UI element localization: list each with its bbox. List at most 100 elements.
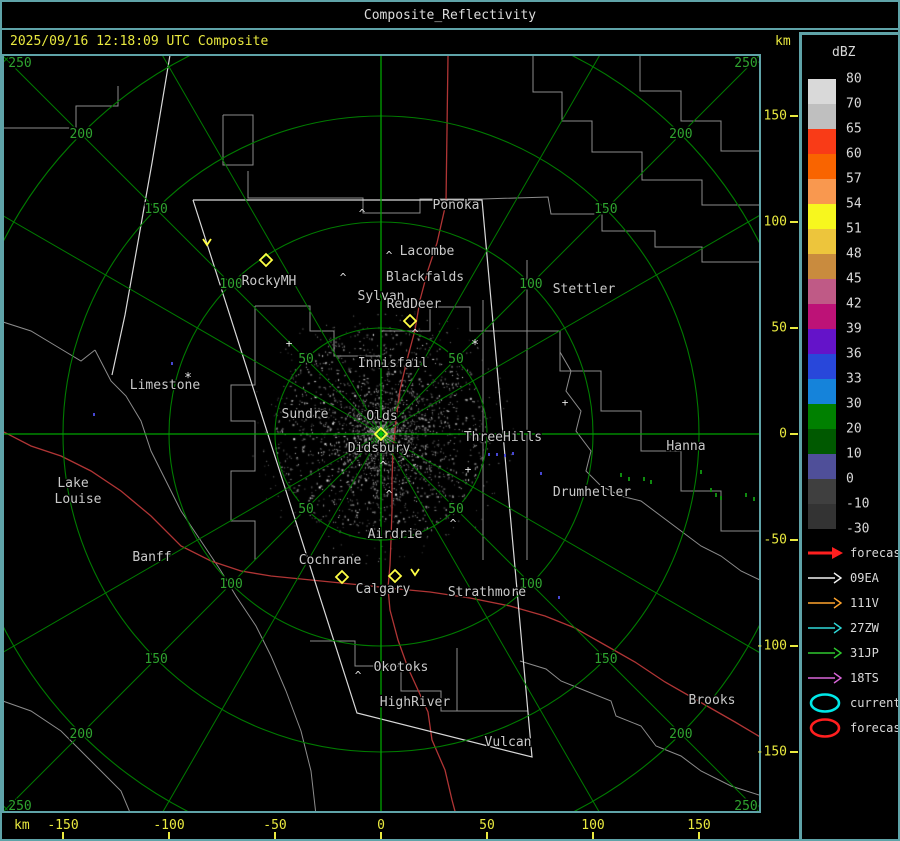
bottom-axis-label: 150: [687, 818, 711, 833]
right-axis-tick: [790, 433, 798, 435]
dbz-scale-block: [808, 454, 836, 479]
city-label-brooks: Brooks: [689, 693, 736, 708]
city-label-reddeer: RedDeer: [387, 297, 442, 312]
plus-marker-icon: +: [562, 396, 569, 409]
weak-echo-specks: [93, 362, 755, 599]
caret-marker-icon: ^: [412, 327, 419, 340]
right-axis-tick: [790, 751, 798, 753]
dbz-scale-block: [808, 279, 836, 304]
bottom-axis-tick: [592, 832, 594, 839]
dbz-scale-label: 39: [846, 321, 862, 337]
bottom-axis-tick: [274, 832, 276, 839]
legend-item-current: current: [806, 691, 900, 715]
dbz-scale-label: 60: [846, 146, 862, 162]
bottom-distance-axis: km -150 -100 -50 0 50 100 150: [2, 815, 763, 839]
dbz-scale-block: [808, 104, 836, 129]
map-overlay: 50 5050 50100 100100 100150 150150 150200 20020…: [4, 56, 759, 811]
city-label-olds: Olds: [366, 409, 397, 424]
legend-arrow-icon: [808, 597, 843, 609]
caret-marker-icon: ^: [386, 488, 393, 501]
ring-label: 200: [69, 727, 92, 742]
city-label-sundre: Sundre: [282, 407, 329, 422]
ring-label: 100: [219, 277, 242, 292]
legend-item-18TS: 18TS: [806, 666, 879, 690]
bottom-axis-tick: [168, 832, 170, 839]
axis-unit-bottom-left: km: [14, 818, 30, 833]
scale-title: dBZ: [832, 45, 856, 60]
ring-label: 250: [734, 56, 757, 71]
dbz-scale-label: 54: [846, 196, 862, 212]
ring-label: 200: [69, 127, 92, 142]
city-label-innisfail: Innisfail: [358, 356, 428, 371]
legend-arrow-icon: [808, 672, 843, 684]
city-label-hanna: Hanna: [666, 439, 705, 454]
dbz-scale-block: [808, 254, 836, 279]
right-axis-label: 100: [763, 214, 787, 230]
legend-item-label: forecast: [850, 546, 900, 560]
city-labels: PonokaLacombeBlackfaldsSylvanRedDeerRock…: [53, 197, 736, 752]
dbz-scale-block: [808, 229, 836, 254]
legend-item-label: current: [850, 696, 900, 710]
radar-app-window: { "window": { "title": "Composite_Reflec…: [0, 0, 900, 841]
window-title-bar[interactable]: Composite_Reflectivity: [2, 2, 898, 30]
radar-site-diamond-icon: [334, 569, 350, 585]
legend-item-09EA: 09EA: [806, 566, 879, 590]
dbz-scale-block: [808, 129, 836, 154]
dbz-scale-block: [808, 179, 836, 204]
dbz-scale-label: -30: [846, 521, 870, 537]
city-label-airdrie: Airdrie: [368, 527, 423, 542]
city-label-threehills: ThreeHills: [464, 430, 542, 445]
city-label-highriver: HighRiver: [380, 695, 451, 710]
dbz-scale-label: 80: [846, 71, 862, 87]
color-scale-panel: dBZ 80 70 65 60 57 54 51 48 45 42 39 36 33 30 20 10 0 -10…: [799, 32, 900, 839]
city-label-louise: Louise: [55, 492, 102, 507]
legend-item-label: 27ZW: [850, 621, 879, 635]
bottom-axis-label: -100: [153, 818, 185, 833]
city-label-okotoks: Okotoks: [374, 660, 429, 675]
window-title: Composite_Reflectivity: [363, 7, 537, 23]
ring-label: 100: [519, 277, 542, 292]
radar-map-viewport[interactable]: 50 50 50 50 100 100 100 100 150 150 150 150 200 200 20…: [2, 54, 761, 813]
timestamp-label: 2025/09/16 12:18:09 UTC Composite: [10, 34, 269, 49]
right-axis-label: 0: [779, 426, 787, 442]
right-axis-label: 50: [771, 320, 787, 336]
plus-marker-icon: +: [465, 463, 472, 476]
city-label-rockymh: RockyMH: [242, 274, 297, 289]
city-label-banff: Banff: [132, 550, 171, 565]
city-label-lacombe: Lacombe: [400, 244, 455, 259]
ring-label: 150: [594, 652, 617, 667]
legend-item-31JP: 31JP: [806, 641, 879, 665]
city-label-vulcan: Vulcan: [485, 735, 532, 750]
dbz-scale-label: 57: [846, 171, 862, 187]
header-row: 2025/09/16 12:18:09 UTC Composite km: [2, 30, 798, 54]
legend-item-111V: 111V: [806, 591, 879, 615]
right-axis-tick: [790, 115, 798, 117]
dbz-scale-block: [808, 154, 836, 179]
right-axis-tick: [790, 539, 798, 541]
dbz-scale-block: [808, 379, 836, 404]
bottom-axis-label: 50: [479, 818, 495, 833]
legend-ellipse-icon: [809, 693, 841, 713]
dbz-scale-block: [808, 79, 836, 104]
legend-item-27ZW: 27ZW: [806, 616, 879, 640]
axis-unit-top-right: km: [775, 34, 791, 49]
ring-label: 50: [298, 502, 314, 517]
dbz-scale-label: 45: [846, 271, 862, 287]
bottom-axis-label: -150: [47, 818, 79, 833]
legend-arrow-icon: [808, 622, 843, 634]
right-axis-tick: [790, 645, 798, 647]
caret-marker-icon: ^: [340, 271, 347, 284]
dbz-scale-label: 10: [846, 446, 862, 462]
dbz-scale-label: 42: [846, 296, 862, 312]
dbz-scale-label: 51: [846, 221, 862, 237]
legend-item-label: 18TS: [850, 671, 879, 685]
bottom-axis-tick: [486, 832, 488, 839]
dbz-scale-label: 70: [846, 96, 862, 112]
legend-item-label: forecast: [850, 721, 900, 735]
dbz-scale-block: [808, 354, 836, 379]
right-axis-label: -150: [755, 744, 787, 760]
radar-site-diamond-icon: [402, 313, 418, 329]
bottom-axis-label: -50: [263, 818, 287, 833]
caret-marker-icon: ^: [359, 207, 366, 220]
ring-label: 200: [669, 127, 692, 142]
